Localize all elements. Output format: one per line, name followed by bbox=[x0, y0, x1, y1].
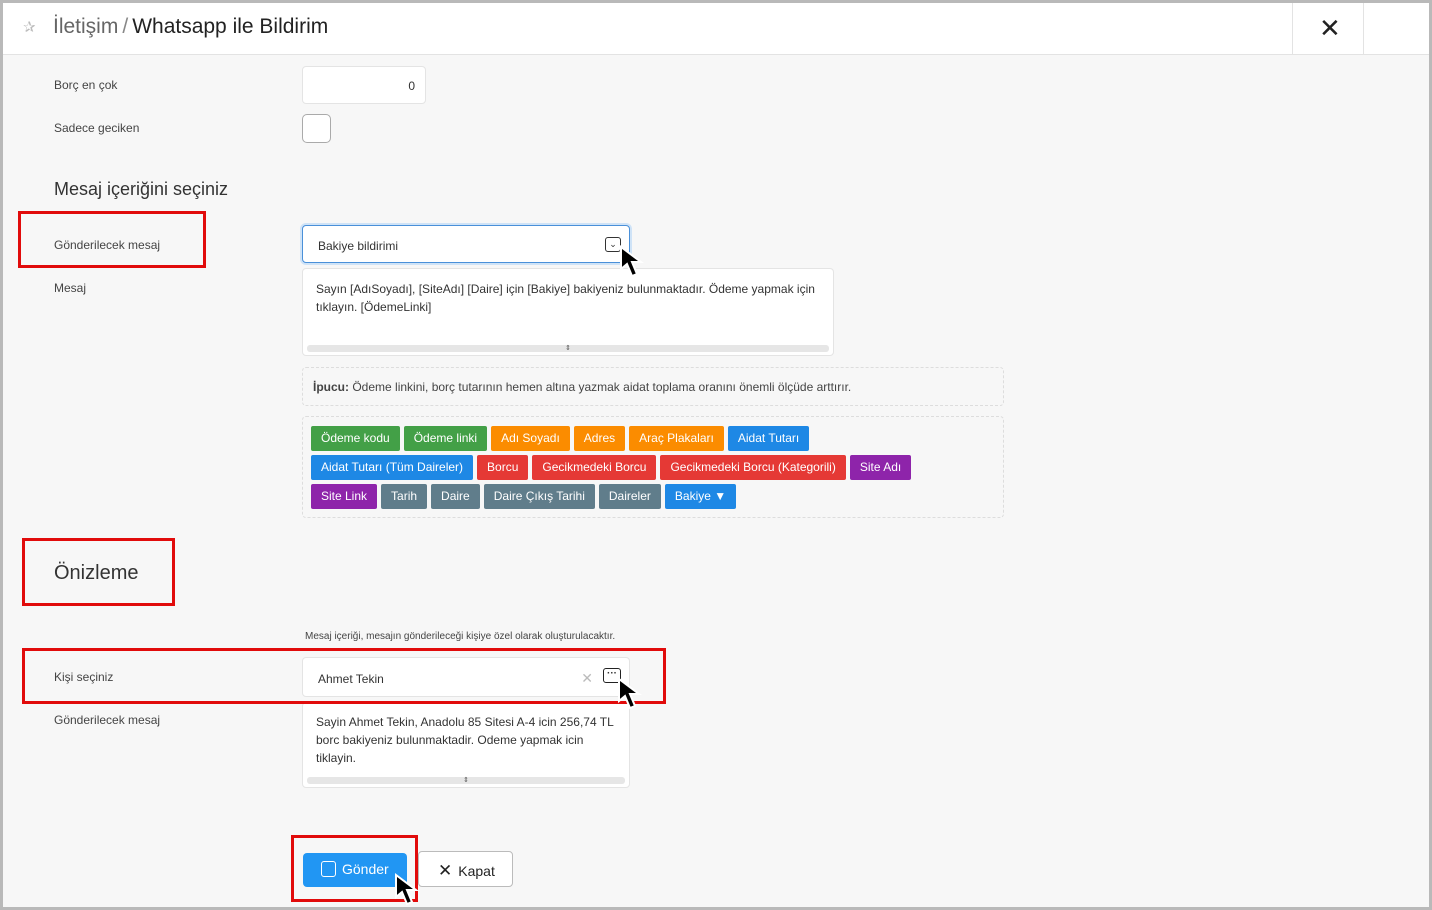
resize-handle-icon[interactable]: ⇕ bbox=[307, 777, 625, 784]
tag-button[interactable]: Daire bbox=[431, 484, 480, 509]
tip-label: İpucu: bbox=[313, 380, 349, 394]
placeholder-tag-box: Ödeme kodu Ödeme linki Adı Soyadı Adres … bbox=[302, 416, 1004, 518]
pin-icon[interactable]: ✰ bbox=[23, 18, 36, 36]
close-icon: ✕ bbox=[438, 861, 453, 880]
tag-button[interactable]: Site Adı bbox=[849, 455, 912, 480]
message-label: Mesaj bbox=[54, 281, 87, 295]
mouse-cursor-icon bbox=[620, 245, 644, 278]
highlight-box bbox=[22, 648, 666, 704]
tag-button[interactable]: Tarih bbox=[381, 484, 428, 509]
mouse-cursor-icon bbox=[395, 873, 419, 906]
modal-window: ✰ İletişim / Whatsapp ile Bildirim ✕ Borç … bbox=[0, 0, 1432, 910]
message-section-heading: Mesaj içeriğini seçiniz bbox=[54, 179, 229, 199]
tag-button[interactable]: Adres bbox=[573, 426, 626, 451]
breadcrumb-separator: / bbox=[122, 15, 129, 38]
preview-note: Mesaj içeriği, mesajın gönderileceği kiş… bbox=[305, 631, 616, 642]
tag-row-2: Aidat Tutarı (Tüm Daireler) Borcu Gecikm… bbox=[311, 455, 912, 480]
tag-button[interactable]: Ödeme kodu bbox=[311, 426, 400, 451]
close-button[interactable]: ✕ Kapat bbox=[418, 851, 513, 887]
modal-header: ✰ İletişim / Whatsapp ile Bildirim ✕ bbox=[3, 3, 1429, 55]
preview-textarea[interactable]: Sayin Ahmet Tekin, Anadolu 85 Sitesi A-4… bbox=[302, 702, 630, 788]
only-late-checkbox[interactable] bbox=[302, 114, 331, 143]
tip-text: Ödeme linkini, borç tutarının hemen altı… bbox=[352, 380, 852, 394]
preview-message-label: Gönderilecek mesaj bbox=[54, 713, 161, 727]
title-text: Whatsapp ile Bildirim bbox=[132, 15, 329, 38]
message-textarea[interactable]: Sayın [AdıSoyadı], [SiteAdı] [Daire] içi… bbox=[302, 268, 834, 356]
resize-handle-icon[interactable]: ⇕ bbox=[307, 345, 829, 352]
tag-button[interactable]: Daireler bbox=[598, 484, 661, 509]
tag-button[interactable]: Gecikmedeki Borcu bbox=[532, 455, 657, 480]
tag-button[interactable]: Daire Çıkış Tarihi bbox=[483, 484, 595, 509]
highlight-box bbox=[22, 538, 175, 606]
tag-button[interactable]: Araç Plakaları bbox=[629, 426, 724, 451]
tip-box: İpucu: Ödeme linkini, borç tutarının hem… bbox=[302, 367, 1004, 406]
page-title: İletişim / Whatsapp ile Bildirim bbox=[53, 15, 328, 39]
debt-max-label: Borç en çok bbox=[54, 78, 118, 92]
tag-button[interactable]: Borcu bbox=[477, 455, 529, 480]
tag-button[interactable]: Gecikmedeki Borcu (Kategorili) bbox=[660, 455, 846, 480]
message-template-value: Bakiye bildirimi bbox=[318, 239, 399, 253]
tag-button[interactable]: Aidat Tutarı bbox=[727, 426, 810, 451]
mouse-cursor-icon bbox=[618, 677, 642, 710]
tag-button[interactable]: Aidat Tutarı (Tüm Daireler) bbox=[311, 455, 474, 480]
message-text: Sayın [AdıSoyadı], [SiteAdı] [Daire] içi… bbox=[316, 282, 815, 314]
tag-button[interactable]: Ödeme linki bbox=[403, 426, 488, 451]
preview-text: Sayin Ahmet Tekin, Anadolu 85 Sitesi A-4… bbox=[316, 715, 614, 765]
tag-row-3: Site Link Tarih Daire Daire Çıkış Tarihi… bbox=[311, 484, 737, 509]
balance-dropdown-button[interactable]: Bakiye ▼ bbox=[664, 484, 737, 509]
tag-row-1: Ödeme kodu Ödeme linki Adı Soyadı Adres … bbox=[311, 426, 810, 451]
close-modal-button[interactable]: ✕ bbox=[1292, 3, 1364, 55]
message-template-select[interactable]: Bakiye bildirimi ⌄ bbox=[302, 225, 630, 263]
only-late-label: Sadece geciken bbox=[54, 121, 140, 135]
close-label: Kapat bbox=[458, 863, 495, 879]
breadcrumb-parent[interactable]: İletişim bbox=[53, 15, 118, 38]
highlight-box bbox=[18, 211, 206, 268]
close-icon[interactable]: ✕ bbox=[1319, 15, 1341, 41]
debt-max-input[interactable]: 0 bbox=[302, 66, 426, 104]
tag-button[interactable]: Adı Soyadı bbox=[491, 426, 570, 451]
tag-button[interactable]: Site Link bbox=[311, 484, 378, 509]
